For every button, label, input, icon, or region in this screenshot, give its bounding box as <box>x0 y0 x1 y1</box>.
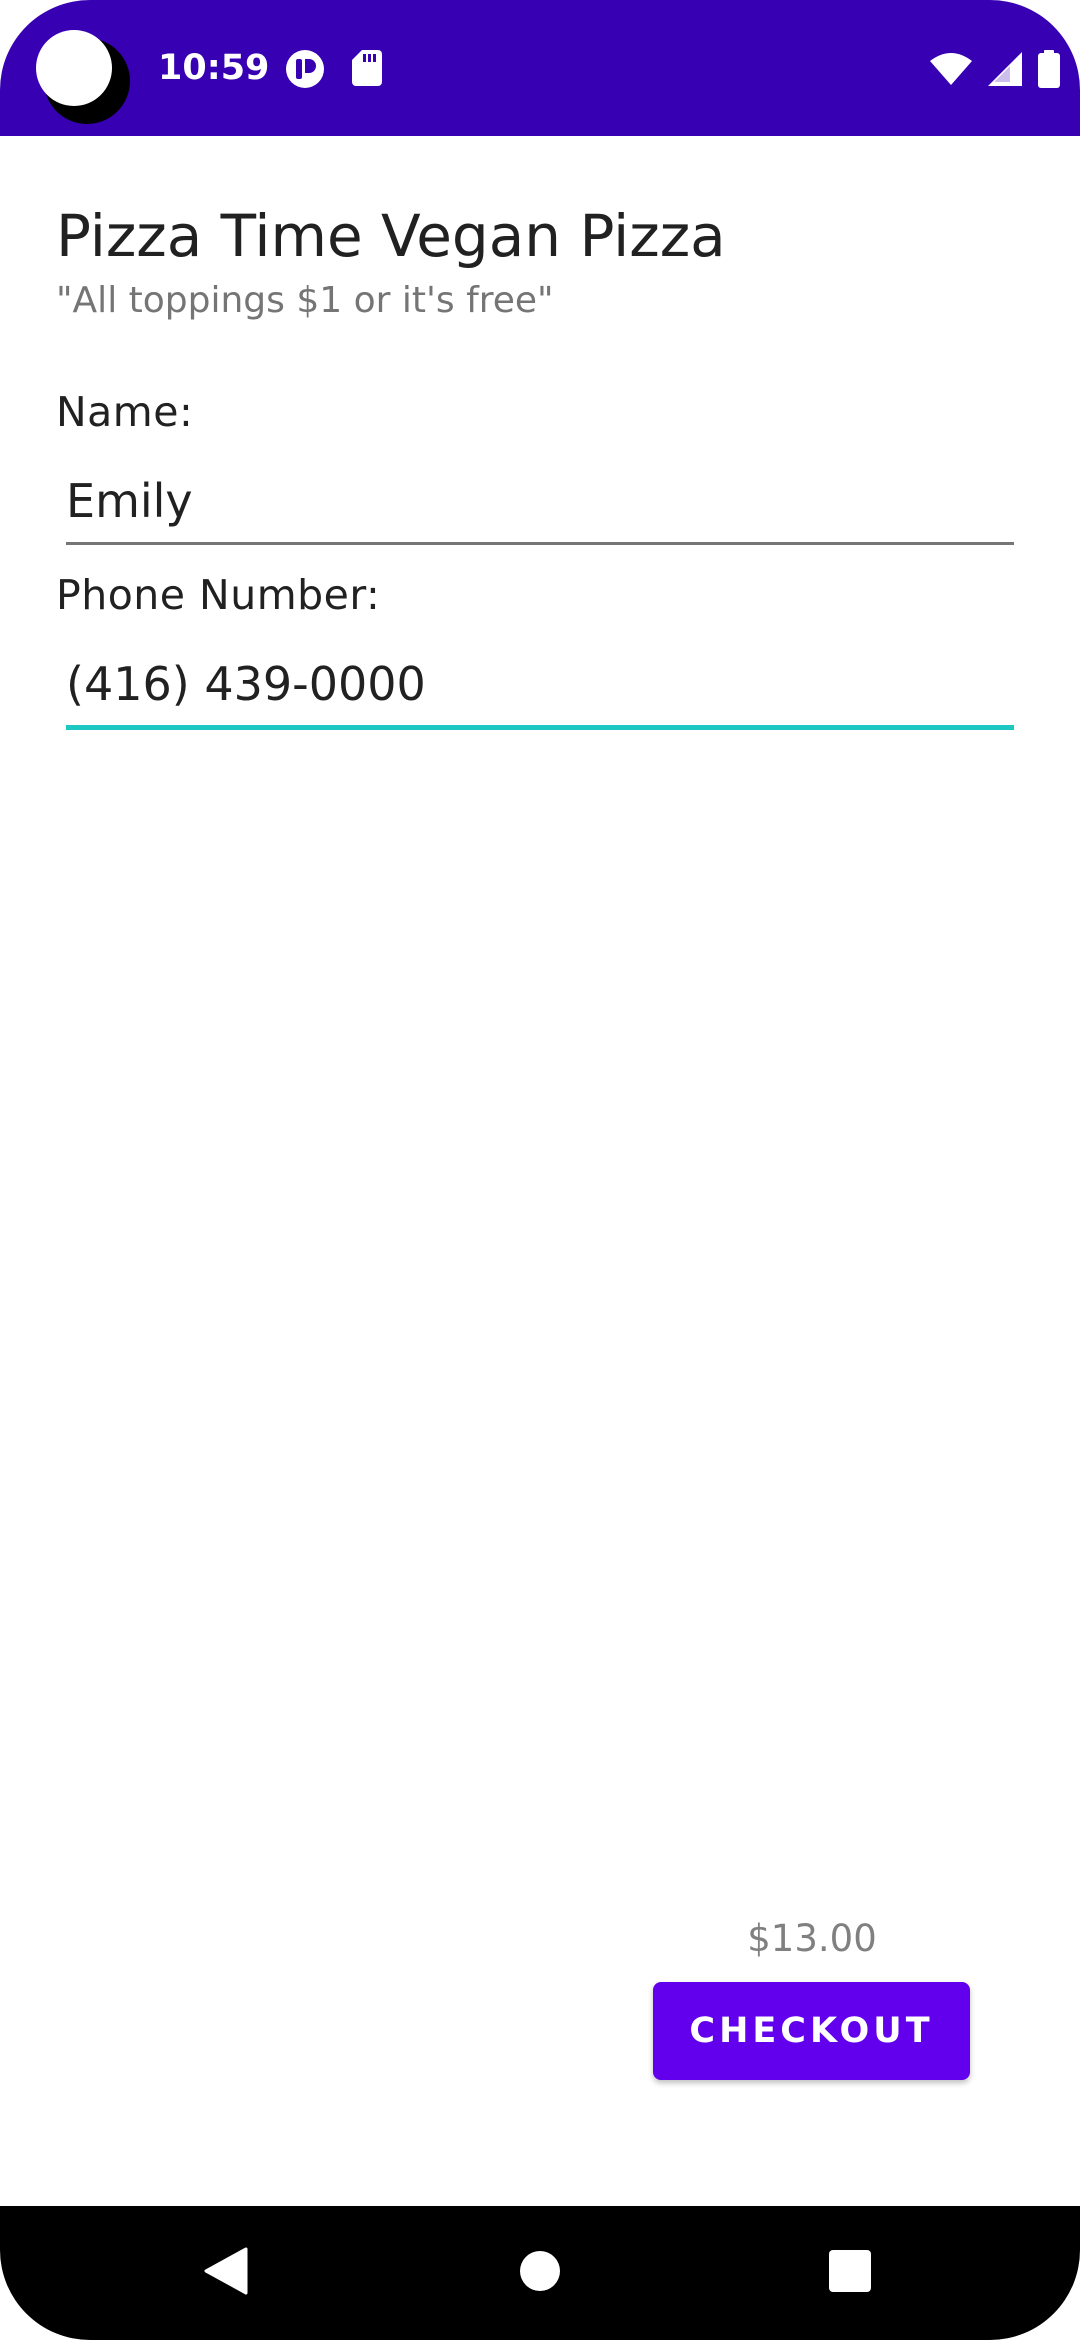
recents-icon <box>829 2250 871 2296</box>
camera-cutout <box>36 30 130 124</box>
home-button[interactable] <box>480 2206 600 2340</box>
name-field-container <box>66 460 1014 545</box>
total-price: $13.00 <box>747 1917 877 1960</box>
app-screen: 10:59 Pizza Time Vegan Pizza "All toppin… <box>0 0 1080 2340</box>
back-button[interactable] <box>166 2206 286 2340</box>
battery-icon <box>1038 50 1060 92</box>
back-icon <box>204 2247 248 2299</box>
name-label: Name: <box>56 388 194 436</box>
checkout-button[interactable]: CHECKOUT <box>653 1982 970 2080</box>
cell-signal-icon <box>988 52 1022 90</box>
status-right-icons <box>930 50 1060 92</box>
app-slogan: "All toppings $1 or it's free" <box>56 280 554 321</box>
recents-button[interactable] <box>790 2206 910 2340</box>
notification-app-icon <box>286 50 324 92</box>
navigation-bar <box>0 2206 1080 2340</box>
wifi-icon <box>930 53 972 89</box>
home-icon <box>520 2251 560 2295</box>
status-bar: 10:59 <box>0 0 1080 136</box>
phone-field-container <box>66 643 1014 730</box>
name-field-underline <box>66 542 1014 545</box>
phone-number-field[interactable] <box>66 643 1014 725</box>
phone-label: Phone Number: <box>56 571 381 619</box>
phone-field-underline <box>66 725 1014 730</box>
status-time: 10:59 <box>158 48 270 88</box>
app-title: Pizza Time Vegan Pizza <box>56 202 726 270</box>
name-field[interactable] <box>66 460 1014 542</box>
sd-card-icon <box>352 50 382 90</box>
